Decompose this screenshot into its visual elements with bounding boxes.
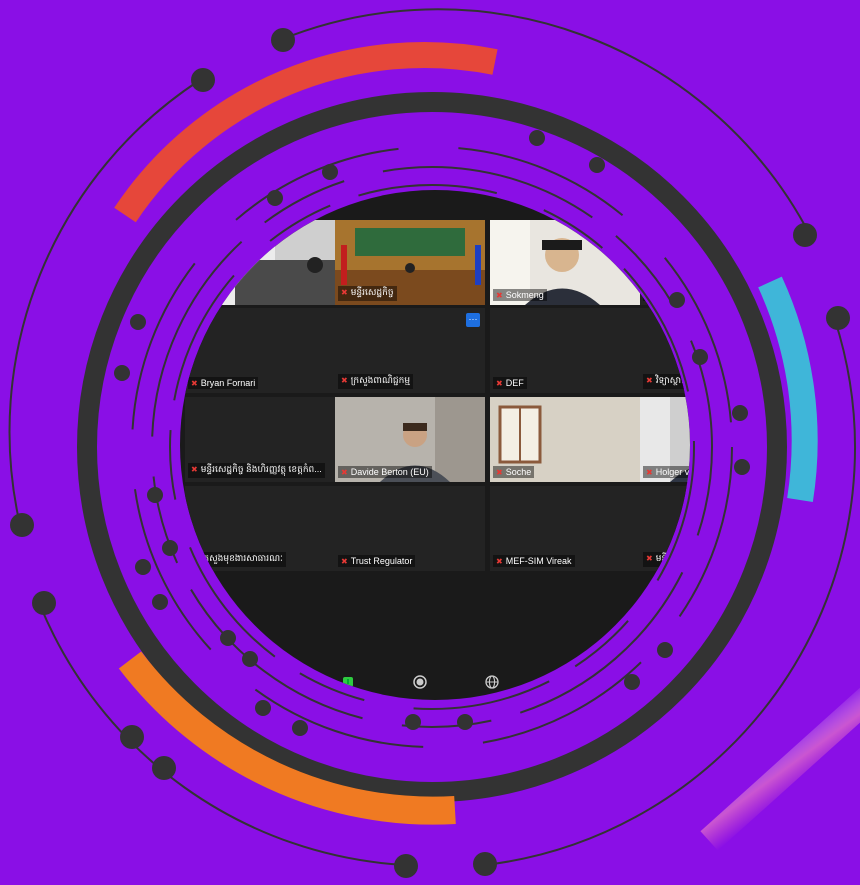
participant-name: Soche xyxy=(505,467,532,477)
mic-muted-icon: ✖ xyxy=(496,468,503,477)
participant-nametag: ✖ Trust Regulator xyxy=(338,555,416,567)
participant-name: ក្រសួងមុខងារសាធារណៈ xyxy=(200,553,283,563)
participant-video xyxy=(185,220,335,305)
mic-muted-icon: ✖ xyxy=(341,288,348,297)
participant-tile[interactable]: ✖ Sokmeng xyxy=(490,220,640,305)
participant-tile[interactable]: ✖ DEF xyxy=(490,308,640,393)
mic-muted-icon: ✖ xyxy=(496,379,503,388)
participant-name: វិទ្យាស្ថានជាតិពហុបច្ចេកទេសកម្ពុជា xyxy=(655,375,690,385)
participant-name: Bryan Fornari xyxy=(200,378,256,388)
participant-nametag: ✖ Bryan Fornari xyxy=(188,377,259,389)
mic-muted-icon: ✖ xyxy=(341,557,348,566)
participant-nametag: ✖Suos Kong, MRD xyxy=(643,289,690,301)
participant-tile[interactable]: ✖មន្ទីរសេដ្ឋកិច្ចខេត្ត xyxy=(640,486,690,571)
globe-icon[interactable] xyxy=(484,674,500,690)
participant-tile[interactable]: ✖វិទ្យាស្ថានជាតិពហុបច្ចេកទេសកម្ពុជា xyxy=(640,308,690,393)
participant-nametag: ✖ ក្រសួងមុខងារសាធារណៈ xyxy=(188,552,286,567)
mic-icon[interactable] xyxy=(340,674,356,690)
participant-name: មន្ទីរសេដ្ឋកិច្ច xyxy=(350,287,394,297)
participant-tile[interactable]: ✖ Bryan Fornari xyxy=(185,308,335,393)
participant-nametag: ✖ មន្ទីរសេដ្ឋកិច្ច និងហិរញ្ញវត្ថុ ខេត្តកំ… xyxy=(188,463,325,478)
participant-nametag: ✖ Sokmeng xyxy=(493,289,547,301)
mic-muted-icon: ✖ xyxy=(646,468,653,477)
mic-muted-icon: ✖ xyxy=(341,468,348,477)
participant-nametag: ✖Holger van Eden xyxy=(643,466,690,478)
participant-tile[interactable]: ✖ MEF-SIM Vireak xyxy=(490,486,640,571)
participant-name: ក្រសួងពាណិជ្ជកម្ម xyxy=(350,375,411,385)
mic-muted-icon: ✖ xyxy=(646,376,653,385)
participant-tile[interactable]: ✖ Trust Regulator xyxy=(335,486,485,571)
participant-name: Davide Berton (EU) xyxy=(350,467,429,477)
participant-nametag: ✖ MEF-SIM Vireak xyxy=(493,555,575,567)
participant-nametag: ✖ DEF xyxy=(493,377,527,389)
participant-tile[interactable]: ✖Holger van Eden xyxy=(640,397,690,482)
participant-nametag: ✖មន្ទីរសេដ្ឋកិច្ចខេត្ត xyxy=(643,552,690,567)
record-icon[interactable] xyxy=(412,674,428,690)
participant-tile[interactable] xyxy=(185,220,335,305)
participant-nametag: ✖ មន្ទីរសេដ្ឋកិច្ច xyxy=(338,286,397,301)
participant-name: DEF xyxy=(505,378,524,388)
participant-name: មន្ទីរសេដ្ឋកិច្ច និងហិរញ្ញវត្ថុ ខេត្តកំព… xyxy=(200,464,322,474)
mic-muted-icon: ✖ xyxy=(646,291,653,300)
participant-name: MEF-SIM Vireak xyxy=(505,556,572,566)
participant-tile[interactable]: ✖ ក្រសួងមុខងារសាធារណៈ xyxy=(185,486,335,571)
mic-muted-icon: ✖ xyxy=(496,291,503,300)
mic-muted-icon: ✖ xyxy=(191,554,198,563)
participant-nametag: ✖វិទ្យាស្ថានជាតិពហុបច្ចេកទេសកម្ពុជា xyxy=(643,374,690,389)
mic-muted-icon: ✖ xyxy=(191,465,198,474)
mic-muted-icon: ✖ xyxy=(341,376,348,385)
participant-tile[interactable]: ✖ Davide Berton (EU) xyxy=(335,397,485,482)
mic-muted-icon: ✖ xyxy=(191,379,198,388)
more-options-button[interactable]: ··· xyxy=(466,313,480,327)
participant-tile[interactable]: ✖ Soche xyxy=(490,397,640,482)
mic-muted-icon: ✖ xyxy=(496,557,503,566)
mic-muted-icon: ✖ xyxy=(646,554,653,563)
participant-nametag: ✖ Davide Berton (EU) xyxy=(338,466,432,478)
participant-name: Trust Regulator xyxy=(350,556,413,566)
video-call-window: ✖មន្ទីរសេដ្ឋកិច្ច✖Sokmeng✖Suos Kong, MRD… xyxy=(180,190,690,700)
participant-name: Holger van Eden xyxy=(655,467,690,477)
participant-tile[interactable]: ✖ មន្ទីរសេដ្ឋកិច្ច xyxy=(335,220,485,305)
participant-nametag: ✖ ក្រសួងពាណិជ្ជកម្ម xyxy=(338,374,414,389)
participant-tile[interactable]: ··· ✖ ក្រសួងពាណិជ្ជកម្ម xyxy=(335,308,485,393)
participant-nametag: ✖ Soche xyxy=(493,466,535,478)
call-toolbar xyxy=(340,672,500,692)
participant-tile[interactable]: ✖Suos Kong, MRD xyxy=(640,220,690,305)
participant-tile[interactable]: ✖ មន្ទីរសេដ្ឋកិច្ច និងហិរញ្ញវត្ថុ ខេត្តកំ… xyxy=(185,397,335,482)
participant-name: Suos Kong, MRD xyxy=(655,290,690,300)
participant-name: Sokmeng xyxy=(505,290,544,300)
participant-name: មន្ទីរសេដ្ឋកិច្ចខេត្ត xyxy=(655,553,690,563)
